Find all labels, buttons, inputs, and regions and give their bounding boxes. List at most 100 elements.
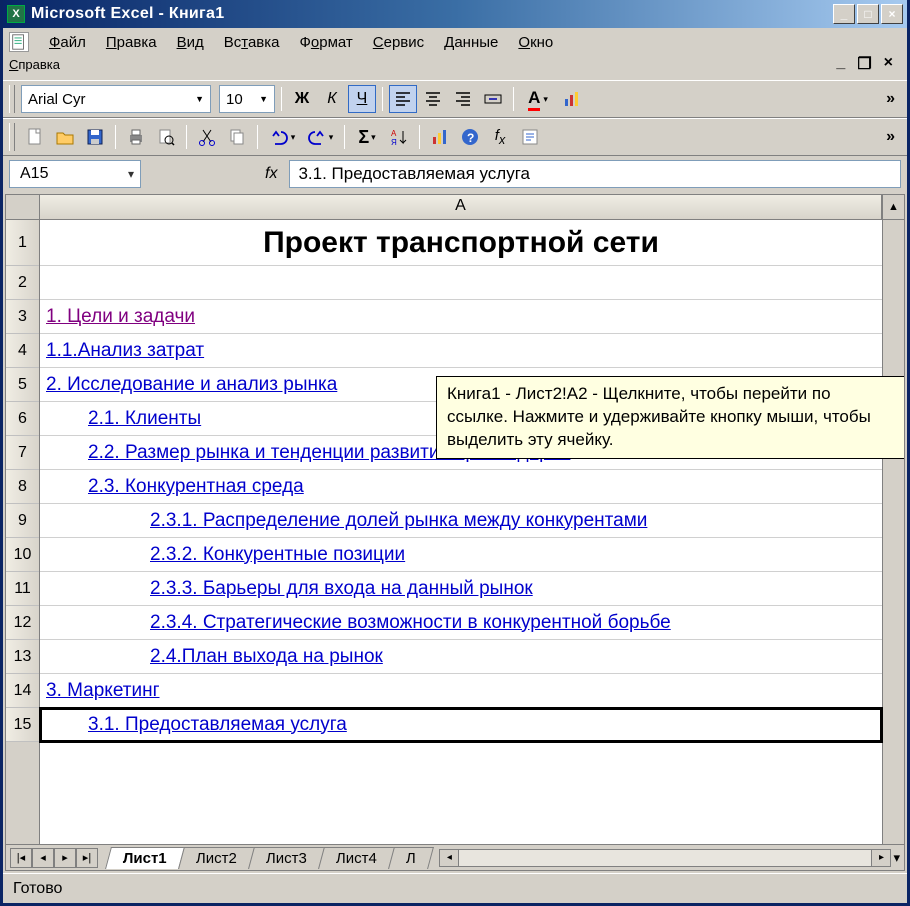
maximize-button[interactable]: □ bbox=[857, 4, 879, 24]
cells-area[interactable]: Проект транспортной сети 1. Цели и задачи… bbox=[40, 220, 882, 844]
underline-button[interactable]: Ч bbox=[348, 85, 376, 113]
menu-данные[interactable]: Данные bbox=[434, 30, 508, 55]
hyperlink[interactable]: 2.3.4. Стратегические возможности в конк… bbox=[150, 612, 671, 634]
toolbar-overflow[interactable]: » bbox=[880, 90, 901, 108]
cell-a3[interactable]: 1. Цели и задачи bbox=[40, 300, 882, 334]
row-header[interactable]: 7 bbox=[6, 436, 39, 470]
cell-a14[interactable]: 3. Маркетинг bbox=[40, 674, 882, 708]
font-color-button[interactable]: A▾ bbox=[520, 85, 556, 113]
hyperlink[interactable]: 1.1.Анализ затрат bbox=[46, 340, 204, 362]
insert-chart-button[interactable] bbox=[558, 85, 586, 113]
cut-button[interactable] bbox=[193, 123, 221, 151]
row-header[interactable]: 10 bbox=[6, 538, 39, 572]
menu-формат[interactable]: Формат bbox=[289, 30, 362, 55]
column-header-a[interactable]: A bbox=[40, 195, 882, 219]
hyperlink[interactable]: 2.3.2. Конкурентные позиции bbox=[150, 544, 405, 566]
save-button[interactable] bbox=[81, 123, 109, 151]
row-header[interactable]: 12 bbox=[6, 606, 39, 640]
tab-first-button[interactable]: |◂ bbox=[10, 848, 32, 868]
row-header[interactable]: 8 bbox=[6, 470, 39, 504]
menu-файл[interactable]: Файл bbox=[39, 30, 96, 55]
help-button[interactable]: ? bbox=[456, 123, 484, 151]
merge-center-button[interactable] bbox=[479, 85, 507, 113]
name-box[interactable]: A15 bbox=[9, 160, 141, 188]
hyperlink[interactable]: 2.3.3. Барьеры для входа на данный рынок bbox=[150, 578, 533, 600]
hyperlink[interactable]: 3. Маркетинг bbox=[46, 680, 160, 702]
select-all-corner[interactable] bbox=[6, 195, 40, 219]
undo-button[interactable]: ▾ bbox=[264, 123, 300, 151]
row-header[interactable]: 11 bbox=[6, 572, 39, 606]
menu-вид[interactable]: Вид bbox=[167, 30, 214, 55]
menu-окно[interactable]: Окно bbox=[508, 30, 563, 55]
sheet-tab[interactable]: Лист3 bbox=[248, 847, 325, 869]
row-header[interactable]: 1 bbox=[6, 220, 39, 266]
minimize-button[interactable]: _ bbox=[833, 4, 855, 24]
row-header[interactable]: 5 bbox=[6, 368, 39, 402]
print-button[interactable] bbox=[122, 123, 150, 151]
sheet-tab[interactable]: Лист2 bbox=[178, 847, 255, 869]
row-header[interactable]: 6 bbox=[6, 402, 39, 436]
hyperlink[interactable]: 2.3.1. Распределение долей рынка между к… bbox=[150, 510, 647, 532]
cell-a8[interactable]: 2.3. Конкурентная среда bbox=[40, 470, 882, 504]
hscroll-left-button[interactable]: ◂ bbox=[439, 849, 459, 867]
row-header[interactable]: 13 bbox=[6, 640, 39, 674]
row-header[interactable]: 4 bbox=[6, 334, 39, 368]
row-header[interactable]: 14 bbox=[6, 674, 39, 708]
cell-a13[interactable]: 2.4.План выхода на рынок bbox=[40, 640, 882, 674]
menu-вставка[interactable]: Вставка bbox=[214, 30, 290, 55]
toolbar-overflow[interactable]: » bbox=[880, 128, 901, 146]
row-header[interactable]: 3 bbox=[6, 300, 39, 334]
align-left-button[interactable] bbox=[389, 85, 417, 113]
hyperlink[interactable]: 2.4.План выхода на рынок bbox=[150, 646, 383, 668]
hyperlink[interactable]: 2. Исследование и анализ рынка bbox=[46, 374, 337, 396]
autosum-button[interactable]: Σ▾ bbox=[351, 123, 383, 151]
cell-a15[interactable]: 3.1. Предоставляемая услуга bbox=[40, 708, 882, 742]
redo-button[interactable]: ▾ bbox=[302, 123, 338, 151]
toolbar-handle[interactable] bbox=[9, 85, 15, 113]
new-button[interactable] bbox=[21, 123, 49, 151]
print-preview-button[interactable] bbox=[152, 123, 180, 151]
menu-сервис[interactable]: Сервис bbox=[363, 30, 434, 55]
sheet-tab[interactable]: Лист1 bbox=[105, 847, 185, 869]
sort-button[interactable]: АЯ bbox=[385, 123, 413, 151]
sheet-tab[interactable]: Л bbox=[388, 847, 434, 869]
cell-a2[interactable] bbox=[40, 266, 882, 300]
horizontal-scrollbar[interactable] bbox=[459, 849, 871, 867]
align-right-button[interactable] bbox=[449, 85, 477, 113]
mdi-close-icon[interactable]: × bbox=[884, 54, 893, 74]
hscroll-right-button[interactable]: ▸ bbox=[871, 849, 891, 867]
open-button[interactable] bbox=[51, 123, 79, 151]
tab-next-button[interactable]: ▸ bbox=[54, 848, 76, 868]
close-button[interactable]: × bbox=[881, 4, 903, 24]
cell-a1[interactable]: Проект транспортной сети bbox=[40, 220, 882, 266]
cell-a12[interactable]: 2.3.4. Стратегические возможности в конк… bbox=[40, 606, 882, 640]
align-center-button[interactable] bbox=[419, 85, 447, 113]
sheet-tab[interactable]: Лист4 bbox=[318, 847, 395, 869]
font-name-select[interactable]: Arial Cyr▼ bbox=[21, 85, 211, 113]
chart-wizard-button[interactable] bbox=[426, 123, 454, 151]
hyperlink[interactable]: 1. Цели и задачи bbox=[46, 306, 195, 328]
vscroll-top-button[interactable]: ▲ bbox=[882, 195, 904, 219]
mdi-restore-icon[interactable]: ❐ bbox=[857, 54, 871, 74]
bold-button[interactable]: Ж bbox=[288, 85, 316, 113]
mdi-minimize-icon[interactable]: _ bbox=[836, 54, 845, 74]
cell-a10[interactable]: 2.3.2. Конкурентные позиции bbox=[40, 538, 882, 572]
row-header[interactable]: 15 bbox=[6, 708, 39, 742]
menu-help[interactable]: Справка bbox=[9, 57, 60, 72]
hyperlink[interactable]: 2.3. Конкурентная среда bbox=[88, 476, 304, 498]
tab-prev-button[interactable]: ◂ bbox=[32, 848, 54, 868]
vertical-scrollbar[interactable] bbox=[882, 220, 904, 844]
hyperlink[interactable]: 2.1. Клиенты bbox=[88, 408, 201, 430]
titlebar[interactable]: X Microsoft Excel - Книга1 _ □ × bbox=[3, 0, 907, 28]
formula-input[interactable]: 3.1. Предоставляемая услуга bbox=[289, 160, 901, 188]
italic-button[interactable]: К bbox=[318, 85, 346, 113]
font-size-select[interactable]: 10▼ bbox=[219, 85, 275, 113]
cell-a11[interactable]: 2.3.3. Барьеры для входа на данный рынок bbox=[40, 572, 882, 606]
toolbar-handle[interactable] bbox=[9, 123, 15, 151]
tab-last-button[interactable]: ▸| bbox=[76, 848, 98, 868]
cell-a4[interactable]: 1.1.Анализ затрат bbox=[40, 334, 882, 368]
row-header[interactable]: 9 bbox=[6, 504, 39, 538]
cell-a9[interactable]: 2.3.1. Распределение долей рынка между к… bbox=[40, 504, 882, 538]
research-button[interactable] bbox=[516, 123, 544, 151]
menu-правка[interactable]: Правка bbox=[96, 30, 167, 55]
